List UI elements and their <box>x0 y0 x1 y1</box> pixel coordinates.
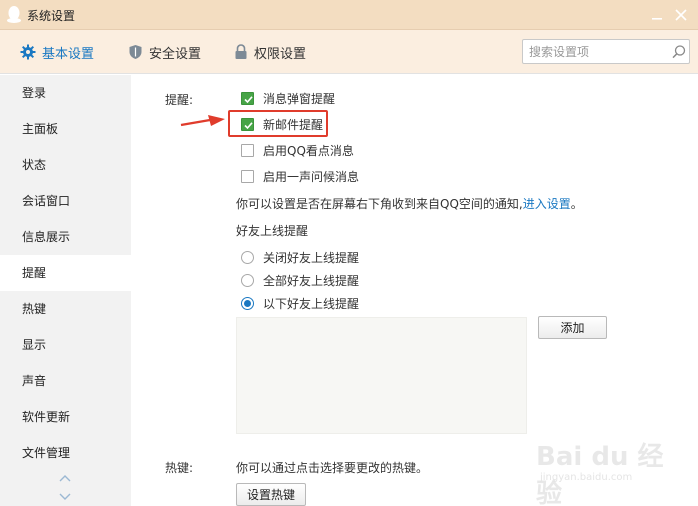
tab-security-settings[interactable]: 安全设置 <box>128 41 201 63</box>
qzone-notice-text: 你可以设置是否在屏幕右下角收到来自QQ空间的通知, <box>236 197 523 211</box>
reminder-section-label: 提醒: <box>165 93 194 107</box>
baidu-jingyan-watermark: Bai du 经验 jingyan.baidu.com <box>536 432 686 506</box>
sidebar-item-software-update[interactable]: 软件更新 <box>0 399 131 435</box>
sidebar-item-chat-window[interactable]: 会话窗口 <box>0 183 131 219</box>
option-qq-kandian[interactable]: 启用QQ看点消息 <box>241 141 354 159</box>
radio-label: 关闭好友上线提醒 <box>263 250 360 265</box>
sidebar-item-display[interactable]: 显示 <box>0 327 131 363</box>
tab-label: 安全设置 <box>149 46 202 62</box>
settings-sidebar: 登录 主面板 状态 会话窗口 信息展示 提醒 热键 显示 声音 软件更新 文件管… <box>0 75 131 506</box>
highlight-annotation-box <box>228 110 328 137</box>
red-arrow-annotation-icon <box>180 115 225 127</box>
sidebar-item-file-management[interactable]: 文件管理 <box>0 435 131 471</box>
sidebar-item-sound[interactable]: 声音 <box>0 363 131 399</box>
option-greeting-message[interactable]: 启用一声问候消息 <box>241 167 359 185</box>
sidebar-item-hotkey[interactable]: 热键 <box>0 291 131 327</box>
radio-unselected-icon[interactable] <box>241 250 254 264</box>
radio-label: 以下好友上线提醒 <box>263 296 360 311</box>
lock-icon <box>235 44 247 59</box>
hotkey-description: 你可以通过点击选择要更改的热键。 <box>236 461 429 475</box>
gear-icon <box>20 44 36 60</box>
settings-toolbar: 基本设置 安全设置 权限设置 <box>0 30 698 74</box>
search-icon[interactable] <box>671 44 687 60</box>
watermark-logo-text: Bai du 经验 <box>536 442 664 506</box>
title-bar: 系统设置 <box>0 0 698 30</box>
radio-selected-icon[interactable] <box>241 296 254 310</box>
friend-online-title: 好友上线提醒 <box>236 224 309 238</box>
checkbox-unchecked-icon[interactable] <box>241 169 254 183</box>
sidebar-item-main-panel[interactable]: 主面板 <box>0 111 131 147</box>
qzone-notice: 你可以设置是否在屏幕右下角收到来自QQ空间的通知,进入设置。 <box>236 195 583 212</box>
search-input[interactable] <box>529 43 659 60</box>
option-label: 消息弹窗提醒 <box>263 91 336 106</box>
radio-unselected-icon[interactable] <box>241 273 254 287</box>
notice-period: 。 <box>570 197 583 211</box>
radio-label: 全部好友上线提醒 <box>263 273 360 288</box>
minimize-button[interactable] <box>648 6 666 24</box>
sidebar-scroll-arrows[interactable] <box>58 470 72 504</box>
close-icon <box>675 9 687 21</box>
shield-icon <box>129 45 142 59</box>
close-button[interactable] <box>672 6 690 24</box>
checkbox-checked-icon[interactable] <box>241 91 254 105</box>
option-message-popup[interactable]: 消息弹窗提醒 <box>241 89 335 107</box>
hotkey-section-label: 热键: <box>165 461 194 475</box>
sidebar-item-status[interactable]: 状态 <box>0 147 131 183</box>
friend-list-box[interactable] <box>236 317 527 434</box>
sidebar-item-info-display[interactable]: 信息展示 <box>0 219 131 255</box>
sidebar-item-login[interactable]: 登录 <box>0 75 131 111</box>
add-friend-button[interactable]: 添加 <box>538 316 607 339</box>
window-title: 系统设置 <box>27 9 76 23</box>
radio-close-friend-online[interactable]: 关闭好友上线提醒 <box>241 248 359 266</box>
radio-all-friends-online[interactable]: 全部好友上线提醒 <box>241 271 359 289</box>
search-box <box>522 39 690 64</box>
radio-following-friends-online[interactable]: 以下好友上线提醒 <box>241 294 359 312</box>
tab-label: 基本设置 <box>42 46 95 62</box>
option-label: 启用QQ看点消息 <box>263 143 354 158</box>
enter-settings-link[interactable]: 进入设置 <box>523 197 571 211</box>
checkbox-unchecked-icon[interactable] <box>241 143 254 157</box>
tab-permission-settings[interactable]: 权限设置 <box>234 41 306 63</box>
tab-basic-settings[interactable]: 基本设置 <box>20 41 94 63</box>
minimize-icon <box>652 18 662 20</box>
option-label: 启用一声问候消息 <box>263 169 360 184</box>
sidebar-item-reminder[interactable]: 提醒 <box>0 255 131 291</box>
set-hotkey-button[interactable]: 设置热键 <box>236 483 306 506</box>
tab-label: 权限设置 <box>254 46 307 62</box>
watermark-url-text: jingyan.baidu.com <box>540 472 633 483</box>
qq-penguin-icon <box>7 6 21 23</box>
